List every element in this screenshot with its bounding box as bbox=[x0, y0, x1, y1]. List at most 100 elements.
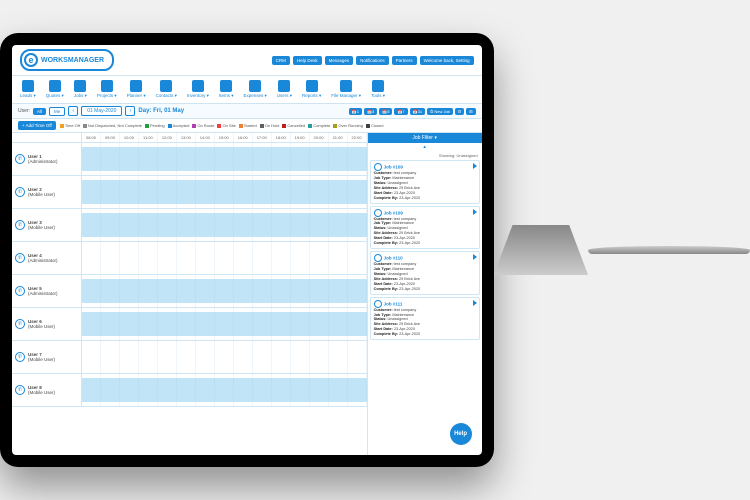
user-filter-label: User: bbox=[18, 108, 30, 114]
legend-cancelled[interactable]: Cancelled bbox=[282, 123, 305, 128]
legend-started[interactable]: Started bbox=[239, 123, 257, 128]
schedule-bar[interactable] bbox=[82, 147, 367, 171]
nav-projects[interactable]: Projects ▾ bbox=[97, 80, 117, 99]
view-7[interactable]: 📅7 bbox=[394, 108, 407, 115]
play-icon[interactable] bbox=[473, 300, 477, 306]
schedule-bar[interactable] bbox=[82, 180, 367, 204]
legend-pending[interactable]: Pending bbox=[145, 123, 165, 128]
expenses-icon bbox=[249, 80, 261, 92]
top-link-3[interactable]: Notifications bbox=[356, 56, 389, 65]
zoom-in-button[interactable]: ⊞ bbox=[466, 108, 475, 115]
zoom-out-button[interactable]: ⊟ bbox=[455, 108, 464, 115]
job-card[interactable]: Job #109Customer: test companyJob Type: … bbox=[370, 160, 480, 204]
legend-accepted[interactable]: Accepted bbox=[168, 123, 190, 128]
time-header-cell: 10:00 bbox=[120, 133, 139, 142]
help-button[interactable]: Help bbox=[450, 423, 472, 445]
nav-reports[interactable]: Reports ▾ bbox=[302, 80, 321, 99]
top-link-0[interactable]: CRM bbox=[272, 56, 290, 65]
legend-time-off[interactable]: Time Off bbox=[60, 123, 80, 128]
reports-icon bbox=[306, 80, 318, 92]
legend-on-hold[interactable]: On Hold bbox=[260, 123, 280, 128]
nav-file-manager[interactable]: File Manager ▾ bbox=[331, 80, 361, 99]
user-cell[interactable]: ✆User 1(Administrator) bbox=[12, 143, 82, 175]
time-header-cell: 22:00 bbox=[348, 133, 367, 142]
nav-quotes[interactable]: Quotes ▾ bbox=[46, 80, 64, 99]
nav-tools[interactable]: Tools ▾ bbox=[371, 80, 385, 99]
legend-not-dispatched-not-complete[interactable]: Not Dispatched, Not Complete bbox=[83, 123, 142, 128]
job-filter-header[interactable]: Job Filter ▾ bbox=[368, 133, 482, 143]
time-slots[interactable] bbox=[82, 341, 367, 373]
view-31[interactable]: 📅31 bbox=[410, 108, 425, 115]
time-slots[interactable] bbox=[82, 275, 367, 307]
nav-users[interactable]: Users ▾ bbox=[277, 80, 292, 99]
legend-on-route[interactable]: On Route bbox=[192, 123, 214, 128]
panel-scroll-up[interactable]: ▴ bbox=[368, 143, 482, 151]
top-link-1[interactable]: Help Desk bbox=[293, 56, 322, 65]
play-icon[interactable] bbox=[473, 254, 477, 260]
play-icon[interactable] bbox=[473, 163, 477, 169]
control-bar: User: All Me ‹ 01 May-2020 › Day: Fri, 0… bbox=[12, 104, 482, 119]
user-cell[interactable]: ✆User 2(Mobile User) bbox=[12, 176, 82, 208]
schedule-bar[interactable] bbox=[82, 312, 367, 336]
nav-contacts[interactable]: Contacts ▾ bbox=[156, 80, 177, 99]
quotes-icon bbox=[49, 80, 61, 92]
legend-on-site[interactable]: On Site bbox=[217, 123, 235, 128]
top-link-4[interactable]: Partners bbox=[392, 56, 417, 65]
planner-grid: 08:0009:0010:0011:0012:0013:0014:0015:00… bbox=[12, 133, 367, 455]
job-card[interactable]: Job #111Customer: test companyJob Type: … bbox=[370, 297, 480, 341]
user-filter-me[interactable]: Me bbox=[49, 107, 65, 116]
time-header-cell: 15:00 bbox=[215, 133, 234, 142]
schedule-bar[interactable] bbox=[82, 279, 367, 303]
job-card[interactable]: Job #109Customer: test companyJob Type: … bbox=[370, 206, 480, 250]
user-cell[interactable]: ✆User 8(Mobile User) bbox=[12, 374, 82, 406]
job-card[interactable]: Job #110Customer: test companyJob Type: … bbox=[370, 251, 480, 295]
date-next-button[interactable]: › bbox=[125, 106, 135, 116]
view-1[interactable]: 📅1 bbox=[349, 108, 362, 115]
user-cell[interactable]: ✆User 3(Mobile User) bbox=[12, 209, 82, 241]
user-cell[interactable]: ✆User 5(Administrator) bbox=[12, 275, 82, 307]
time-slots[interactable] bbox=[82, 374, 367, 406]
planner-row: ✆User 2(Mobile User) bbox=[12, 176, 367, 209]
nav-expenses[interactable]: Expenses ▾ bbox=[243, 80, 266, 99]
nav-inventory[interactable]: Inventory ▾ bbox=[187, 80, 209, 99]
tools-icon bbox=[372, 80, 384, 92]
legend-color-icon bbox=[168, 124, 172, 128]
date-prev-button[interactable]: ‹ bbox=[68, 106, 78, 116]
date-picker-button[interactable]: 01 May-2020 bbox=[81, 106, 122, 116]
time-slots[interactable] bbox=[82, 209, 367, 241]
nav-items[interactable]: Items ▾ bbox=[219, 80, 234, 99]
play-icon[interactable] bbox=[473, 209, 477, 215]
panel-scroll-down[interactable]: ▾ bbox=[368, 453, 482, 455]
time-slots[interactable] bbox=[82, 242, 367, 274]
view-5[interactable]: 📅5 bbox=[379, 108, 392, 115]
new-job-button[interactable]: ⏱ New Job bbox=[427, 108, 453, 115]
nav-planner[interactable]: Planner ▾ bbox=[127, 80, 146, 99]
view-3[interactable]: 📅3 bbox=[364, 108, 377, 115]
time-slots[interactable] bbox=[82, 176, 367, 208]
app-logo[interactable]: e WORKSMANAGER bbox=[20, 49, 114, 71]
time-slots[interactable] bbox=[82, 308, 367, 340]
user-cell[interactable]: ✆User 6(Mobile User) bbox=[12, 308, 82, 340]
top-links: CRMHelp DeskMessagesNotificationsPartner… bbox=[272, 56, 474, 65]
schedule-bar[interactable] bbox=[82, 213, 367, 237]
legend-over-running[interactable]: Over Running bbox=[333, 123, 363, 128]
time-header: 08:0009:0010:0011:0012:0013:0014:0015:00… bbox=[12, 133, 367, 143]
top-link-5[interactable]: Welcome back, Setting bbox=[420, 56, 474, 65]
phone-icon: ✆ bbox=[15, 286, 25, 296]
time-slots[interactable] bbox=[82, 143, 367, 175]
nav-jobs[interactable]: Jobs ▾ bbox=[74, 80, 87, 99]
add-timeoff-button[interactable]: + Add Time Off bbox=[18, 121, 56, 130]
user-cell[interactable]: ✆User 7(Mobile User) bbox=[12, 341, 82, 373]
filter-row: + Add Time Off Time OffNot Dispatched, N… bbox=[12, 119, 482, 133]
legend-closed[interactable]: Closed bbox=[366, 123, 383, 128]
nav-leads[interactable]: Leads ▾ bbox=[20, 80, 36, 99]
top-link-2[interactable]: Messages bbox=[325, 56, 354, 65]
user-cell[interactable]: ✆User 4(Administrator) bbox=[12, 242, 82, 274]
legend-complete[interactable]: Complete bbox=[308, 123, 330, 128]
time-header-cell: 16:00 bbox=[234, 133, 253, 142]
legend-color-icon bbox=[366, 124, 370, 128]
phone-icon: ✆ bbox=[15, 352, 25, 362]
schedule-bar[interactable] bbox=[82, 378, 367, 402]
user-filter-all[interactable]: All bbox=[33, 108, 46, 115]
phone-icon: ✆ bbox=[15, 253, 25, 263]
